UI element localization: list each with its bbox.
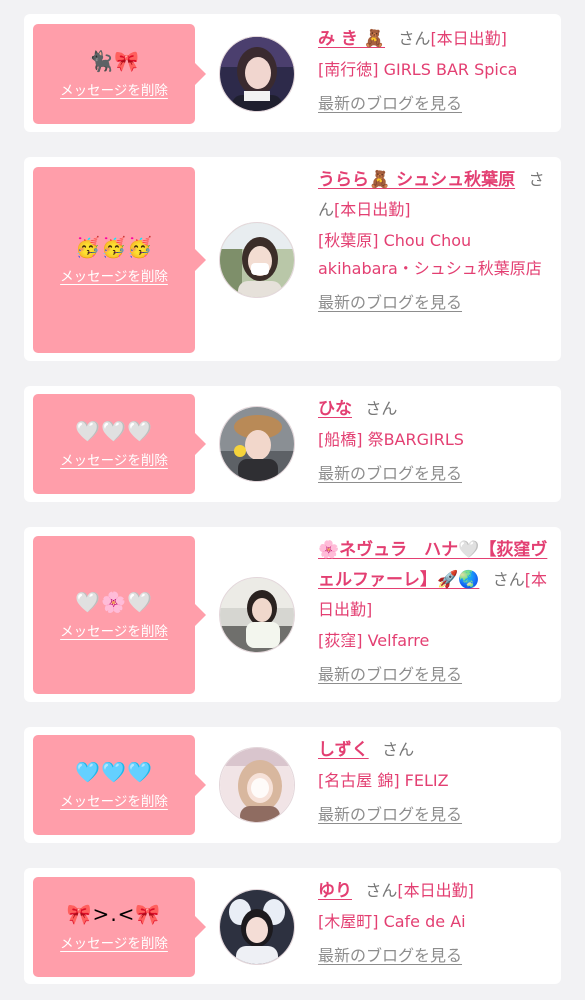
delete-message-link[interactable]: メッセージを削除 bbox=[60, 620, 168, 640]
sender-info: うらら🧸 シュシュ秋葉原 さん[本日出勤] [秋葉原] Chou Chou ak… bbox=[318, 165, 556, 313]
latest-blog-link[interactable]: 最新のブログを見る bbox=[318, 665, 462, 685]
stamp-text: 🎀>.<🎀 bbox=[66, 902, 162, 926]
delete-message-link[interactable]: メッセージを削除 bbox=[60, 932, 168, 952]
latest-blog-link[interactable]: 最新のブログを見る bbox=[318, 94, 462, 114]
shop-name: [秋葉原] Chou Chou akihabara・シュシュ秋葉原店 bbox=[318, 231, 542, 278]
delete-message-link[interactable]: メッセージを削除 bbox=[60, 79, 168, 99]
message-bubble: 🤍🤍🤍 メッセージを削除 bbox=[33, 394, 206, 494]
delete-message-link[interactable]: メッセージを削除 bbox=[60, 265, 168, 285]
message-card: 🤍🤍🤍 メッセージを削除 ひな さん [船橋] 祭BARGIRLS 最新のブログ… bbox=[24, 386, 561, 502]
stamp-text: 🐈‍⬛🎀 bbox=[88, 49, 140, 73]
name-line: 🌸ネヴュラ ハナ🤍【荻窪ヴェルファーレ】🚀🌏 さん[本日出勤] bbox=[318, 535, 556, 625]
stamp-text: 🥳🥳🥳 bbox=[75, 235, 153, 259]
name-line: うらら🧸 シュシュ秋葉原 さん[本日出勤] bbox=[318, 165, 556, 225]
sender-info: ひな さん [船橋] 祭BARGIRLS 最新のブログを見る bbox=[318, 394, 556, 484]
avatar-photo bbox=[220, 37, 294, 111]
avatar-photo bbox=[220, 578, 294, 652]
shop-name: [荻窪] Velfarre bbox=[318, 631, 430, 650]
avatar[interactable] bbox=[219, 577, 295, 653]
shop-name: [南行徳] GIRLS BAR Spica bbox=[318, 60, 518, 79]
name-line: ひな さん bbox=[318, 394, 556, 424]
stamp-text: 🩵🩵🩵 bbox=[75, 760, 153, 784]
message-card: 🩵🩵🩵 メッセージを削除 しずく さん [名古屋 錦] FELIZ 最新のブログ… bbox=[24, 727, 561, 843]
latest-blog-link[interactable]: 最新のブログを見る bbox=[318, 805, 462, 825]
avatar-photo bbox=[220, 407, 294, 481]
avatar[interactable] bbox=[219, 36, 295, 112]
name-line: み き 🧸 さん[本日出勤] bbox=[318, 24, 556, 54]
sender-info: 🌸ネヴュラ ハナ🤍【荻窪ヴェルファーレ】🚀🌏 さん[本日出勤] [荻窪] Vel… bbox=[318, 535, 556, 685]
honorific: さん bbox=[398, 29, 431, 48]
sender-name-link[interactable]: み き 🧸 bbox=[318, 29, 385, 49]
stamp-text: 🤍🌸🤍 bbox=[75, 590, 153, 614]
message-bubble: 🎀>.<🎀 メッセージを削除 bbox=[33, 877, 206, 977]
delete-message-link[interactable]: メッセージを削除 bbox=[60, 449, 168, 469]
honorific: さん bbox=[365, 881, 398, 900]
avatar-photo bbox=[220, 890, 294, 964]
latest-blog-link[interactable]: 最新のブログを見る bbox=[318, 464, 462, 484]
message-bubble: 🥳🥳🥳 メッセージを削除 bbox=[33, 167, 206, 353]
sender-info: ゆり さん[本日出勤] [木屋町] Cafe de Ai 最新のブログを見る bbox=[318, 876, 556, 966]
sender-name-link[interactable]: うらら🧸 シュシュ秋葉原 bbox=[318, 170, 515, 190]
latest-blog-link[interactable]: 最新のブログを見る bbox=[318, 293, 462, 313]
sender-info: み き 🧸 さん[本日出勤] [南行徳] GIRLS BAR Spica 最新の… bbox=[318, 24, 556, 114]
sender-name-link[interactable]: ひな bbox=[318, 399, 352, 419]
avatar[interactable] bbox=[219, 406, 295, 482]
name-line: しずく さん bbox=[318, 735, 556, 765]
message-bubble: 🩵🩵🩵 メッセージを削除 bbox=[33, 735, 206, 835]
honorific: さん bbox=[492, 570, 525, 589]
honorific: さん bbox=[365, 399, 398, 418]
sender-info: しずく さん [名古屋 錦] FELIZ 最新のブログを見る bbox=[318, 735, 556, 825]
message-card: 🥳🥳🥳 メッセージを削除 うらら🧸 シュシュ秋葉原 さん[本日出勤] [秋葉原]… bbox=[24, 157, 561, 361]
sender-name-link[interactable]: しずく bbox=[318, 740, 369, 760]
shop-name: [船橋] 祭BARGIRLS bbox=[318, 430, 464, 449]
honorific: さん bbox=[382, 740, 415, 759]
message-list: 🐈‍⬛🎀 メッセージを削除 み き 🧸 さん[本日出勤] [南行徳] GIRLS… bbox=[0, 0, 585, 1000]
avatar-photo bbox=[220, 748, 294, 822]
sender-name-link[interactable]: ゆり bbox=[318, 881, 352, 901]
stamp-text: 🤍🤍🤍 bbox=[75, 419, 153, 443]
shop-name: [名古屋 錦] FELIZ bbox=[318, 771, 449, 790]
name-line: ゆり さん[本日出勤] bbox=[318, 876, 556, 906]
attendance-status: [本日出勤] bbox=[397, 881, 474, 900]
message-bubble: 🤍🌸🤍 メッセージを削除 bbox=[33, 536, 206, 694]
avatar[interactable] bbox=[219, 889, 295, 965]
delete-message-link[interactable]: メッセージを削除 bbox=[60, 790, 168, 810]
message-card: 🐈‍⬛🎀 メッセージを削除 み き 🧸 さん[本日出勤] [南行徳] GIRLS… bbox=[24, 14, 561, 132]
attendance-status: [本日出勤] bbox=[334, 200, 411, 219]
latest-blog-link[interactable]: 最新のブログを見る bbox=[318, 946, 462, 966]
message-card: 🤍🌸🤍 メッセージを削除 🌸ネヴュラ ハナ🤍【荻窪ヴェルファーレ】🚀🌏 さん[本… bbox=[24, 527, 561, 702]
shop-name: [木屋町] Cafe de Ai bbox=[318, 912, 466, 931]
message-bubble: 🐈‍⬛🎀 メッセージを削除 bbox=[33, 24, 206, 124]
avatar[interactable] bbox=[219, 747, 295, 823]
avatar[interactable] bbox=[219, 222, 295, 298]
message-card: 🎀>.<🎀 メッセージを削除 ゆり さん[本日出勤] [木屋町] Cafe de… bbox=[24, 868, 561, 984]
attendance-status: [本日出勤] bbox=[430, 29, 507, 48]
avatar-photo bbox=[220, 223, 294, 297]
